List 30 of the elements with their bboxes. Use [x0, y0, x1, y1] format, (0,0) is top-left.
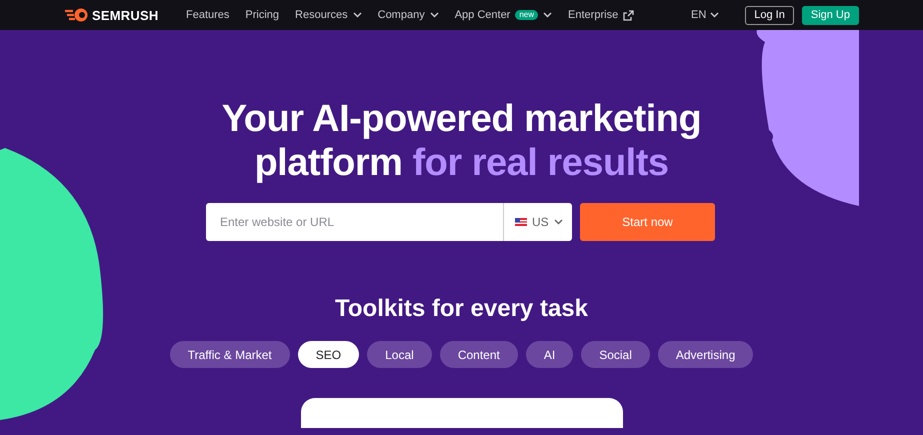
- toolkit-tab[interactable]: Local: [367, 341, 432, 368]
- new-badge: new: [515, 10, 538, 20]
- search-field[interactable]: Enter website or URL US: [206, 203, 572, 241]
- toolkit-tab[interactable]: Content: [440, 341, 518, 368]
- chevron-down-icon: [543, 12, 552, 18]
- section-title: Toolkits for every task: [335, 295, 588, 323]
- headline: platform for real results: [254, 141, 669, 185]
- toolkit-tab[interactable]: AI: [526, 341, 574, 368]
- chevron-down-icon: [710, 12, 720, 18]
- language-selector[interactable]: EN: [684, 8, 726, 22]
- logo-icon: [65, 8, 89, 22]
- login-button[interactable]: Log In: [745, 6, 794, 24]
- toolkit-tab[interactable]: Social: [581, 341, 650, 368]
- headline: Your AI-powered marketing: [222, 97, 702, 141]
- toolkit-tab[interactable]: SEO: [298, 341, 360, 368]
- nav-link[interactable]: Pricing: [245, 9, 280, 21]
- toolkit-tab[interactable]: Advertising: [658, 341, 754, 368]
- nav-link[interactable]: Resources: [295, 9, 362, 21]
- external-link-icon: [623, 10, 634, 20]
- country-selector[interactable]: US: [503, 203, 572, 241]
- chevron-down-icon: [430, 12, 439, 18]
- flag-icon: [515, 218, 527, 226]
- nav-link[interactable]: App Center new: [454, 9, 552, 21]
- toolkit-tab[interactable]: Traffic & Market: [170, 341, 290, 368]
- nav-link[interactable]: Enterprise: [568, 9, 634, 21]
- nav-link[interactable]: Features: [186, 9, 230, 21]
- chevron-down-icon: [352, 12, 362, 18]
- logo-text[interactable]: SEMRUSH: [92, 8, 158, 22]
- nav-link[interactable]: Company: [378, 9, 439, 21]
- chevron-down-icon: [554, 219, 563, 225]
